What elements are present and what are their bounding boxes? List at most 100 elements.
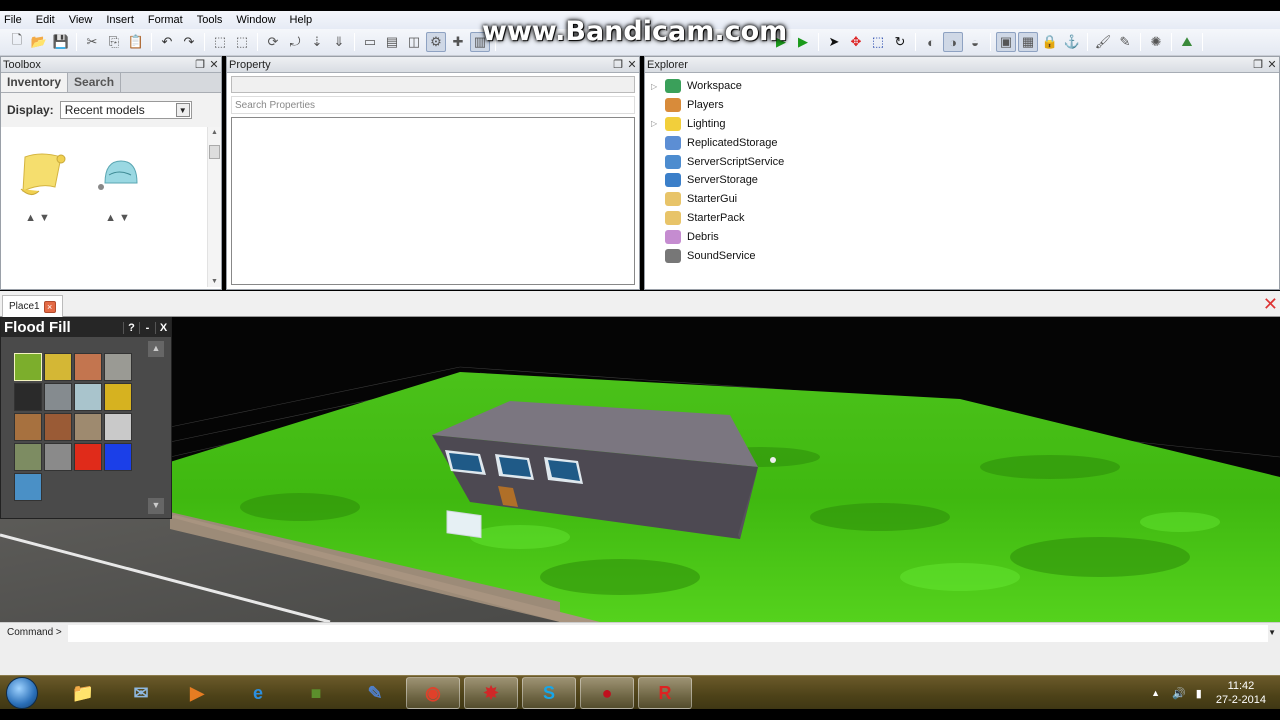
taskbar-skype-icon[interactable]: S: [522, 677, 576, 709]
tools-icon[interactable]: ⚙: [426, 32, 446, 52]
tab-inventory[interactable]: Inventory: [1, 73, 69, 92]
material-cement[interactable]: [44, 443, 72, 471]
run-icon[interactable]: ▶: [793, 32, 813, 52]
close-document-icon[interactable]: ✕: [1263, 294, 1278, 315]
scroll-thumb[interactable]: [209, 145, 220, 159]
select-icon[interactable]: ➤: [824, 32, 844, 52]
dropper-icon[interactable]: ✎: [1115, 32, 1135, 52]
model-item-scroll[interactable]: ▲▼: [9, 147, 69, 224]
rotate-icon[interactable]: ⟳: [263, 32, 283, 52]
window-icon[interactable]: ▭: [360, 32, 380, 52]
drop-icon[interactable]: ⇣: [307, 32, 327, 52]
minimize-button[interactable]: -: [139, 321, 155, 334]
lock-icon[interactable]: 🔒: [1040, 32, 1060, 52]
explorer-item-soundservice[interactable]: SoundService: [651, 246, 1279, 265]
expand-arrow-icon[interactable]: ▷: [651, 119, 665, 128]
save-icon[interactable]: 💾: [51, 32, 71, 52]
clock[interactable]: 11:42 27-2-2014: [1216, 679, 1266, 707]
redo-icon[interactable]: ↷: [179, 32, 199, 52]
undock-icon[interactable]: ❐: [611, 58, 625, 71]
show-hidden-icons-icon[interactable]: ▲: [1151, 688, 1160, 698]
anchor-icon[interactable]: ⚓: [1062, 32, 1082, 52]
display-select[interactable]: Recent models ▼: [59, 101, 192, 119]
taskbar-mail-icon[interactable]: ✉: [114, 677, 168, 709]
snap-off-icon[interactable]: ◒: [965, 32, 985, 52]
explorer-item-debris[interactable]: Debris: [651, 227, 1279, 246]
new-file-icon[interactable]: 🗋: [7, 32, 27, 52]
palette-scroll-up-icon[interactable]: ▲: [148, 341, 164, 357]
windows-icon[interactable]: ▤: [382, 32, 402, 52]
resize-icon[interactable]: ⬚: [868, 32, 888, 52]
command-input[interactable]: [68, 625, 1268, 642]
layout-icon[interactable]: ▥: [470, 32, 490, 52]
material-granite[interactable]: [104, 353, 132, 381]
paste-icon[interactable]: 📋: [126, 32, 146, 52]
material-moss[interactable]: [14, 443, 42, 471]
thumbs-down-icon[interactable]: ▼: [39, 212, 53, 224]
menu-window[interactable]: Window: [236, 14, 275, 26]
taskbar-file-explorer-icon[interactable]: 📁: [56, 677, 110, 709]
collisions-icon[interactable]: ▣: [996, 32, 1016, 52]
paint-icon[interactable]: 🖌: [1093, 32, 1113, 52]
chevron-down-icon[interactable]: ▼: [175, 103, 190, 117]
explorer-item-serverstorage[interactable]: ServerStorage: [651, 171, 1279, 190]
toolbox-scrollbar[interactable]: ▲ ▼: [207, 127, 221, 287]
house-model[interactable]: [432, 401, 758, 539]
material-slate[interactable]: [14, 383, 42, 411]
copy-icon[interactable]: ⎘: [104, 32, 124, 52]
taskbar-media-player-icon[interactable]: ▶: [170, 677, 224, 709]
model-item-dome[interactable]: ▲▼: [89, 147, 149, 224]
material-iron-grid[interactable]: [104, 413, 132, 441]
joints-icon[interactable]: ▦: [1018, 32, 1038, 52]
play-icon[interactable]: ▶: [771, 32, 791, 52]
explorer-item-startergui[interactable]: StarterGui: [651, 190, 1279, 209]
taskbar-bandicam-icon[interactable]: ●: [580, 677, 634, 709]
explorer-item-starterpack[interactable]: StarterPack: [651, 209, 1279, 228]
preview-icon[interactable]: ◫: [404, 32, 424, 52]
ungroup-icon[interactable]: ⬚: [232, 32, 252, 52]
search-properties-input[interactable]: Search Properties: [231, 96, 635, 114]
undock-icon[interactable]: ❐: [193, 58, 207, 71]
material-icon[interactable]: ✺: [1146, 32, 1166, 52]
menu-help[interactable]: Help: [290, 14, 313, 26]
volume-icon[interactable]: 🔊: [1172, 687, 1186, 700]
anchor-down-icon[interactable]: ⇓: [329, 32, 349, 52]
material-concrete[interactable]: [44, 383, 72, 411]
explorer-item-lighting[interactable]: ▷ Lighting: [651, 115, 1279, 134]
palette-scroll-down-icon[interactable]: ▼: [148, 498, 164, 514]
taskbar-chrome-icon[interactable]: ◉: [406, 677, 460, 709]
network-signal-icon[interactable]: ▮: [1196, 687, 1202, 700]
taskbar-app-red-icon[interactable]: ✸: [464, 677, 518, 709]
material-gold[interactable]: [104, 383, 132, 411]
explorer-item-workspace[interactable]: ▷ Workspace: [651, 77, 1279, 96]
menu-format[interactable]: Format: [148, 14, 183, 26]
scene-render[interactable]: [0, 317, 1280, 622]
material-brick[interactable]: [74, 353, 102, 381]
scroll-up-icon[interactable]: ▲: [208, 129, 221, 136]
close-button[interactable]: X: [155, 321, 171, 334]
material-blue-plastic[interactable]: [104, 443, 132, 471]
rotate-tool-icon[interactable]: ↻: [890, 32, 910, 52]
material-wood[interactable]: [44, 413, 72, 441]
3d-viewport[interactable]: Flood Fill ? - X ▲ ▼: [0, 317, 1280, 622]
menu-tools[interactable]: Tools: [197, 14, 223, 26]
close-tab-icon[interactable]: ×: [43, 300, 56, 313]
menu-file[interactable]: File: [4, 14, 22, 26]
plugin-icon[interactable]: ✚: [448, 32, 468, 52]
explorer-item-serverscriptservice[interactable]: ServerScriptService: [651, 152, 1279, 171]
help-button[interactable]: ?: [123, 321, 139, 334]
move-icon[interactable]: ✥: [846, 32, 866, 52]
material-grass[interactable]: [14, 353, 42, 381]
explorer-item-replicatedstorage[interactable]: ReplicatedStorage: [651, 133, 1279, 152]
material-ice[interactable]: [74, 383, 102, 411]
undock-icon[interactable]: ❐: [1251, 58, 1265, 71]
chevron-down-icon[interactable]: ▼: [1268, 628, 1276, 637]
taskbar-internet-explorer-icon[interactable]: e: [231, 677, 285, 709]
menu-view[interactable]: View: [69, 14, 93, 26]
material-rock[interactable]: [74, 413, 102, 441]
snap-1-icon[interactable]: ◐: [921, 32, 941, 52]
close-icon[interactable]: ✕: [1265, 58, 1279, 71]
thumbs-down-icon[interactable]: ▼: [119, 212, 133, 224]
open-folder-icon[interactable]: 📂: [29, 32, 49, 52]
close-icon[interactable]: ✕: [207, 58, 221, 71]
